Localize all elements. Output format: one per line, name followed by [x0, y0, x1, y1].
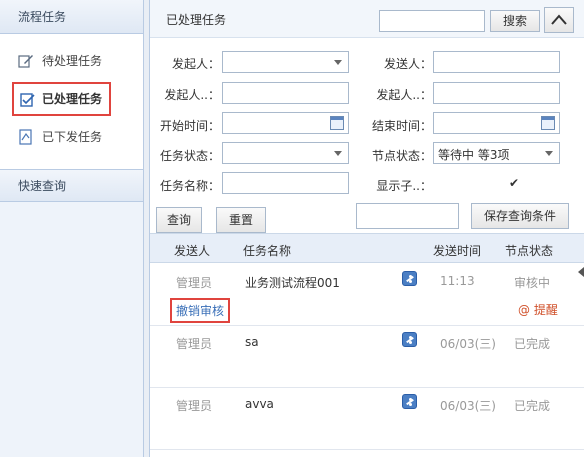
- sender-input[interactable]: [433, 51, 560, 73]
- chevron-up-icon: [551, 14, 567, 25]
- row-status: 已完成: [514, 399, 551, 413]
- filter-form: 发起人： 发送人： 发起人..： 发起人..： 开始时间： 结束时间： 任务状态…: [150, 38, 584, 233]
- share-icon[interactable]: [402, 271, 417, 286]
- sidebar-item-issued[interactable]: 已下发任务: [0, 118, 143, 156]
- query-name-input[interactable]: [356, 203, 459, 229]
- sidebar-header: 流程任务: [0, 0, 143, 34]
- calendar-icon[interactable]: [330, 116, 344, 130]
- collapse-button[interactable]: [544, 7, 574, 33]
- chevron-down-icon: [334, 151, 342, 156]
- task-name-label: 任务名称：: [159, 179, 220, 193]
- sidebar-item-label: 已下发任务: [42, 130, 103, 144]
- start-time-input[interactable]: [222, 112, 349, 134]
- show-sub-checkbox[interactable]: ✔: [509, 177, 521, 189]
- save-query-button[interactable]: 保存查询条件: [471, 203, 569, 229]
- sidebar-item-label: 待处理任务: [42, 54, 103, 68]
- undo-review-button[interactable]: 撤销审核: [170, 298, 231, 323]
- node-status-label: 节点状态：: [371, 149, 432, 163]
- sidebar-menu: 待处理任务 已处理任务 已下发任务: [0, 34, 143, 170]
- remind-button[interactable]: @ 提醒: [518, 301, 558, 318]
- row-time: 11:13: [440, 274, 475, 288]
- row-time: 06/03(三): [440, 337, 496, 351]
- row-sender: 管理员: [176, 276, 213, 290]
- end-time-input[interactable]: [433, 112, 560, 134]
- chevron-down-icon: [545, 151, 553, 156]
- sidebar-item-label: 已处理任务: [42, 92, 103, 106]
- row-time: 06/03(三): [440, 399, 496, 413]
- table-row[interactable]: 管理员 业务测试流程001 11:13 审核中 撤销审核 @ 提醒: [150, 264, 584, 326]
- calendar-icon[interactable]: [541, 116, 555, 130]
- checked-edit-icon: [20, 93, 35, 107]
- query-button[interactable]: 查询: [156, 207, 202, 233]
- search-input[interactable]: [379, 10, 485, 32]
- initiator-label: 发起人：: [171, 57, 220, 71]
- expand-arrow-icon[interactable]: [578, 267, 584, 277]
- initiator2-input[interactable]: [222, 82, 349, 104]
- chevron-down-icon: [334, 60, 342, 65]
- task-name-input[interactable]: [222, 172, 349, 194]
- sender2-label: 发起人..：: [376, 88, 432, 102]
- initiator2-label: 发起人..：: [164, 88, 220, 102]
- share-icon[interactable]: [402, 394, 417, 409]
- reset-button[interactable]: 重置: [216, 207, 266, 233]
- share-icon[interactable]: [402, 332, 417, 347]
- row-status: 审核中: [514, 276, 551, 290]
- sidebar: 流程任务 待处理任务 已处理任务 已下发任务 快速查询: [0, 0, 144, 457]
- column-header-sender[interactable]: 发送人: [174, 242, 210, 259]
- page-title: 已处理任务: [166, 13, 227, 27]
- row-sender: 管理员: [176, 337, 213, 351]
- node-status-select[interactable]: 等待中 等3项: [433, 142, 560, 164]
- initiator-select[interactable]: [222, 51, 349, 73]
- row-status: 已完成: [514, 337, 551, 351]
- table-header: 发送人 任务名称 发送时间 节点状态: [150, 233, 584, 263]
- row-task-name[interactable]: 业务测试流程001: [245, 274, 340, 291]
- main-panel: 已处理任务 搜索 发起人： 发送人： 发起人..： 发起人..： 开始时间： 结…: [149, 0, 584, 457]
- row-task-name[interactable]: sa: [245, 335, 259, 349]
- search-button[interactable]: 搜索: [490, 10, 540, 32]
- node-status-value: 等待中 等3项: [438, 148, 510, 162]
- table-row[interactable]: 管理员 avva 06/03(三) 已完成: [150, 388, 584, 450]
- show-sub-label: 显示子..：: [376, 179, 432, 193]
- edit-icon: [18, 55, 33, 68]
- initiator3-input[interactable]: [433, 82, 560, 104]
- task-status-select[interactable]: [222, 142, 349, 164]
- row-sender: 管理员: [176, 399, 213, 413]
- column-header-time[interactable]: 发送时间: [433, 242, 481, 259]
- sender-label: 发送人：: [383, 57, 432, 71]
- quick-query-header[interactable]: 快速查询: [0, 170, 143, 202]
- send-doc-icon: [19, 129, 32, 145]
- end-time-label: 结束时间：: [371, 119, 432, 133]
- table-row[interactable]: 管理员 sa 06/03(三) 已完成: [150, 326, 584, 388]
- column-header-status[interactable]: 节点状态: [505, 242, 553, 259]
- row-task-name[interactable]: avva: [245, 397, 274, 411]
- start-time-label: 开始时间：: [159, 119, 220, 133]
- sidebar-item-pending[interactable]: 待处理任务: [0, 42, 143, 80]
- sidebar-item-processed[interactable]: 已处理任务: [12, 82, 111, 116]
- main-header: 已处理任务 搜索: [150, 0, 584, 38]
- column-header-task[interactable]: 任务名称: [243, 242, 291, 259]
- task-status-label: 任务状态：: [159, 149, 220, 163]
